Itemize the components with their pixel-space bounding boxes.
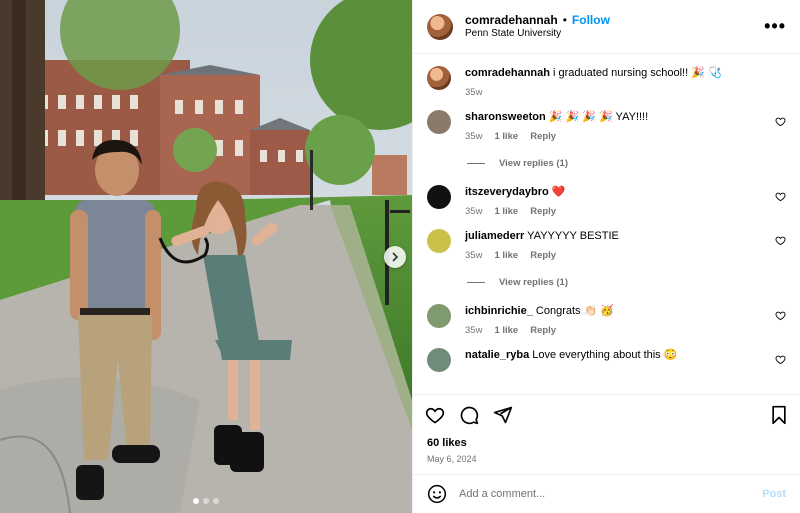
comment-item: ichbinrichie_ Congrats 👏🏻 🥳 35w 1 like R… xyxy=(427,288,786,336)
like-button[interactable] xyxy=(425,405,445,425)
follow-button[interactable]: Follow xyxy=(572,13,610,28)
author-avatar[interactable] xyxy=(427,13,453,40)
carousel-dot xyxy=(213,498,219,504)
comment-text: YAYYYYY BESTIE xyxy=(527,230,619,242)
comment-username[interactable]: itszeverydaybro xyxy=(465,186,549,198)
post-details-panel: comradehannah • Follow Penn State Univer… xyxy=(412,0,800,513)
comment-button[interactable] xyxy=(459,405,479,425)
comment-item: natalie_ryba Love everything about this … xyxy=(427,336,786,372)
post-comment-button[interactable]: Post xyxy=(762,488,786,500)
heart-icon[interactable] xyxy=(775,116,786,127)
comment-time: 35w xyxy=(465,325,483,336)
author-avatar[interactable] xyxy=(427,66,451,90)
comment-item: juliamederr YAYYYYY BESTIE 35w 1 like Re… xyxy=(427,217,786,261)
heart-icon[interactable] xyxy=(775,191,786,202)
add-comment-bar: Post xyxy=(413,474,800,513)
likes-count[interactable]: 60 likes xyxy=(427,437,467,449)
reply-button[interactable]: Reply xyxy=(530,131,556,142)
carousel-indicator xyxy=(0,498,412,504)
comment-text: ❤️ xyxy=(551,186,566,198)
comment-likes[interactable]: 1 like xyxy=(494,250,518,261)
carousel-dot xyxy=(203,498,209,504)
separator-dot: • xyxy=(562,12,567,27)
commenter-avatar[interactable] xyxy=(427,229,451,253)
comment-time: 35w xyxy=(465,206,483,217)
save-button[interactable] xyxy=(770,405,788,425)
comment-username[interactable]: juliamederr xyxy=(465,230,524,242)
view-replies-label: View replies (1) xyxy=(499,158,568,169)
comment-item: sharonsweeton 🎉 🎉 🎉 🎉 YAY!!!! 35w 1 like… xyxy=(427,98,786,142)
next-photo-button[interactable] xyxy=(384,246,406,268)
comment-username[interactable]: natalie_ryba xyxy=(465,349,529,361)
comment-text: Congrats 👏🏻 🥳 xyxy=(535,305,615,317)
comment-text: 🎉 🎉 🎉 🎉 YAY!!!! xyxy=(548,111,649,123)
post-actions xyxy=(413,394,800,434)
commenter-avatar[interactable] xyxy=(427,110,451,134)
comment-username[interactable]: ichbinrichie_ xyxy=(465,305,533,317)
comment-likes[interactable]: 1 like xyxy=(494,131,518,142)
comment-time: 35w xyxy=(465,250,483,261)
chevron-right-icon xyxy=(392,252,399,262)
heart-icon[interactable] xyxy=(775,310,786,321)
more-options-icon[interactable]: ••• xyxy=(764,16,786,37)
reply-button[interactable]: Reply xyxy=(530,250,556,261)
caption-username[interactable]: comradehannah xyxy=(465,67,550,79)
post-header: comradehannah • Follow Penn State Univer… xyxy=(413,0,800,54)
heart-icon[interactable] xyxy=(775,354,786,365)
comment-icon xyxy=(460,406,479,424)
replies-divider xyxy=(467,163,485,164)
comment-text: Love everything about this 😳 xyxy=(532,349,678,361)
comments-list[interactable]: comradehannah i graduated nursing school… xyxy=(413,54,800,394)
heart-icon[interactable] xyxy=(775,235,786,246)
comment-time: 35w xyxy=(465,131,483,142)
replies-divider xyxy=(467,282,485,283)
heart-icon xyxy=(425,407,445,423)
commenter-avatar[interactable] xyxy=(427,304,451,328)
comment-input[interactable] xyxy=(459,488,763,500)
reply-button[interactable]: Reply xyxy=(530,206,556,217)
smiley-icon xyxy=(427,484,447,504)
location-link[interactable]: Penn State University xyxy=(465,28,610,41)
comment-likes[interactable]: 1 like xyxy=(494,206,518,217)
emoji-button[interactable] xyxy=(427,484,447,504)
comment-item: itszeverydaybro ❤️ 35w 1 like Reply xyxy=(427,169,786,217)
caption-time: 35w xyxy=(465,87,483,98)
commenter-avatar[interactable] xyxy=(427,185,451,209)
author-username[interactable]: comradehannah xyxy=(465,13,558,28)
post-date[interactable]: May 6, 2024 xyxy=(427,454,477,464)
bookmark-icon xyxy=(772,405,786,424)
share-icon xyxy=(493,406,513,423)
share-button[interactable] xyxy=(493,405,513,425)
reply-button[interactable]: Reply xyxy=(530,325,556,336)
carousel-dot xyxy=(193,498,199,504)
view-replies-label: View replies (1) xyxy=(499,277,568,288)
post-photo[interactable] xyxy=(0,0,412,513)
photo-image xyxy=(0,0,412,513)
comment-likes[interactable]: 1 like xyxy=(494,325,518,336)
comment-username[interactable]: sharonsweeton xyxy=(465,111,546,123)
view-replies-button[interactable]: View replies (1) xyxy=(467,158,786,169)
commenter-avatar[interactable] xyxy=(427,348,451,372)
caption: comradehannah i graduated nursing school… xyxy=(427,54,786,98)
view-replies-button[interactable]: View replies (1) xyxy=(467,277,786,288)
caption-text: i graduated nursing school!! 🎉 🩺 xyxy=(553,67,722,79)
